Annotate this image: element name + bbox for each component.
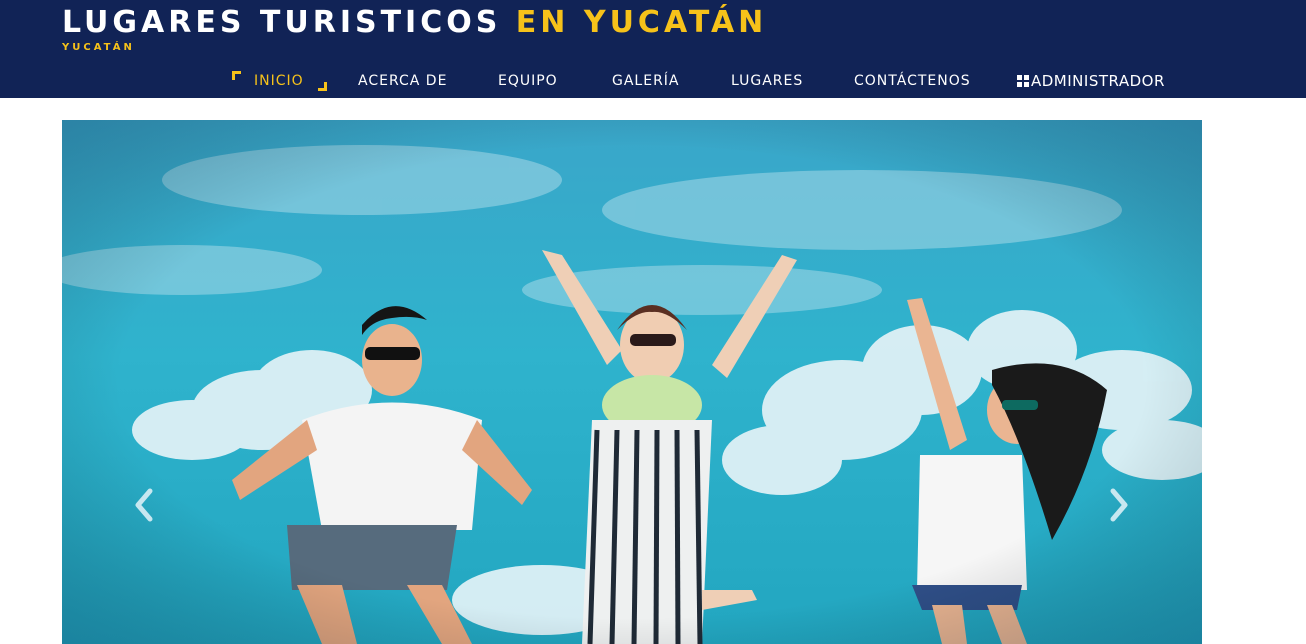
carousel-next-control[interactable] xyxy=(1105,485,1131,525)
chevron-right-icon xyxy=(1110,488,1128,522)
main-nav: INICIO ACERCA DE EQUIPO GALERÍA LUGARES … xyxy=(0,70,1306,92)
hero-image xyxy=(62,120,1202,644)
chevron-left-icon xyxy=(135,488,153,522)
site-title-accent: EN YUCATÁN xyxy=(515,5,768,40)
nav-item-galeria[interactable]: GALERÍA xyxy=(612,70,680,92)
nav-item-contactenos[interactable]: CONTÁCTENOS xyxy=(854,70,971,92)
site-header: LUGARES TURISTICOS EN YUCATÁN YUCATÁN IN… xyxy=(0,0,1306,98)
hero-carousel xyxy=(62,120,1202,644)
nav-item-administrador[interactable]: ADMINISTRADOR xyxy=(1017,70,1165,92)
nav-item-acerca-de[interactable]: ACERCA DE xyxy=(358,70,447,92)
site-subtitle: YUCATÁN xyxy=(62,42,135,53)
nav-item-lugares[interactable]: LUGARES xyxy=(731,70,803,92)
nav-item-administrador-label: ADMINISTRADOR xyxy=(1031,72,1165,90)
carousel-prev-control[interactable] xyxy=(132,485,158,525)
nav-item-inicio[interactable]: INICIO xyxy=(254,70,304,92)
grid-icon xyxy=(1017,75,1029,87)
nav-item-equipo[interactable]: EQUIPO xyxy=(498,70,558,92)
site-title[interactable]: LUGARES TURISTICOS EN YUCATÁN xyxy=(62,5,767,40)
site-title-main: LUGARES TURISTICOS xyxy=(62,5,516,40)
